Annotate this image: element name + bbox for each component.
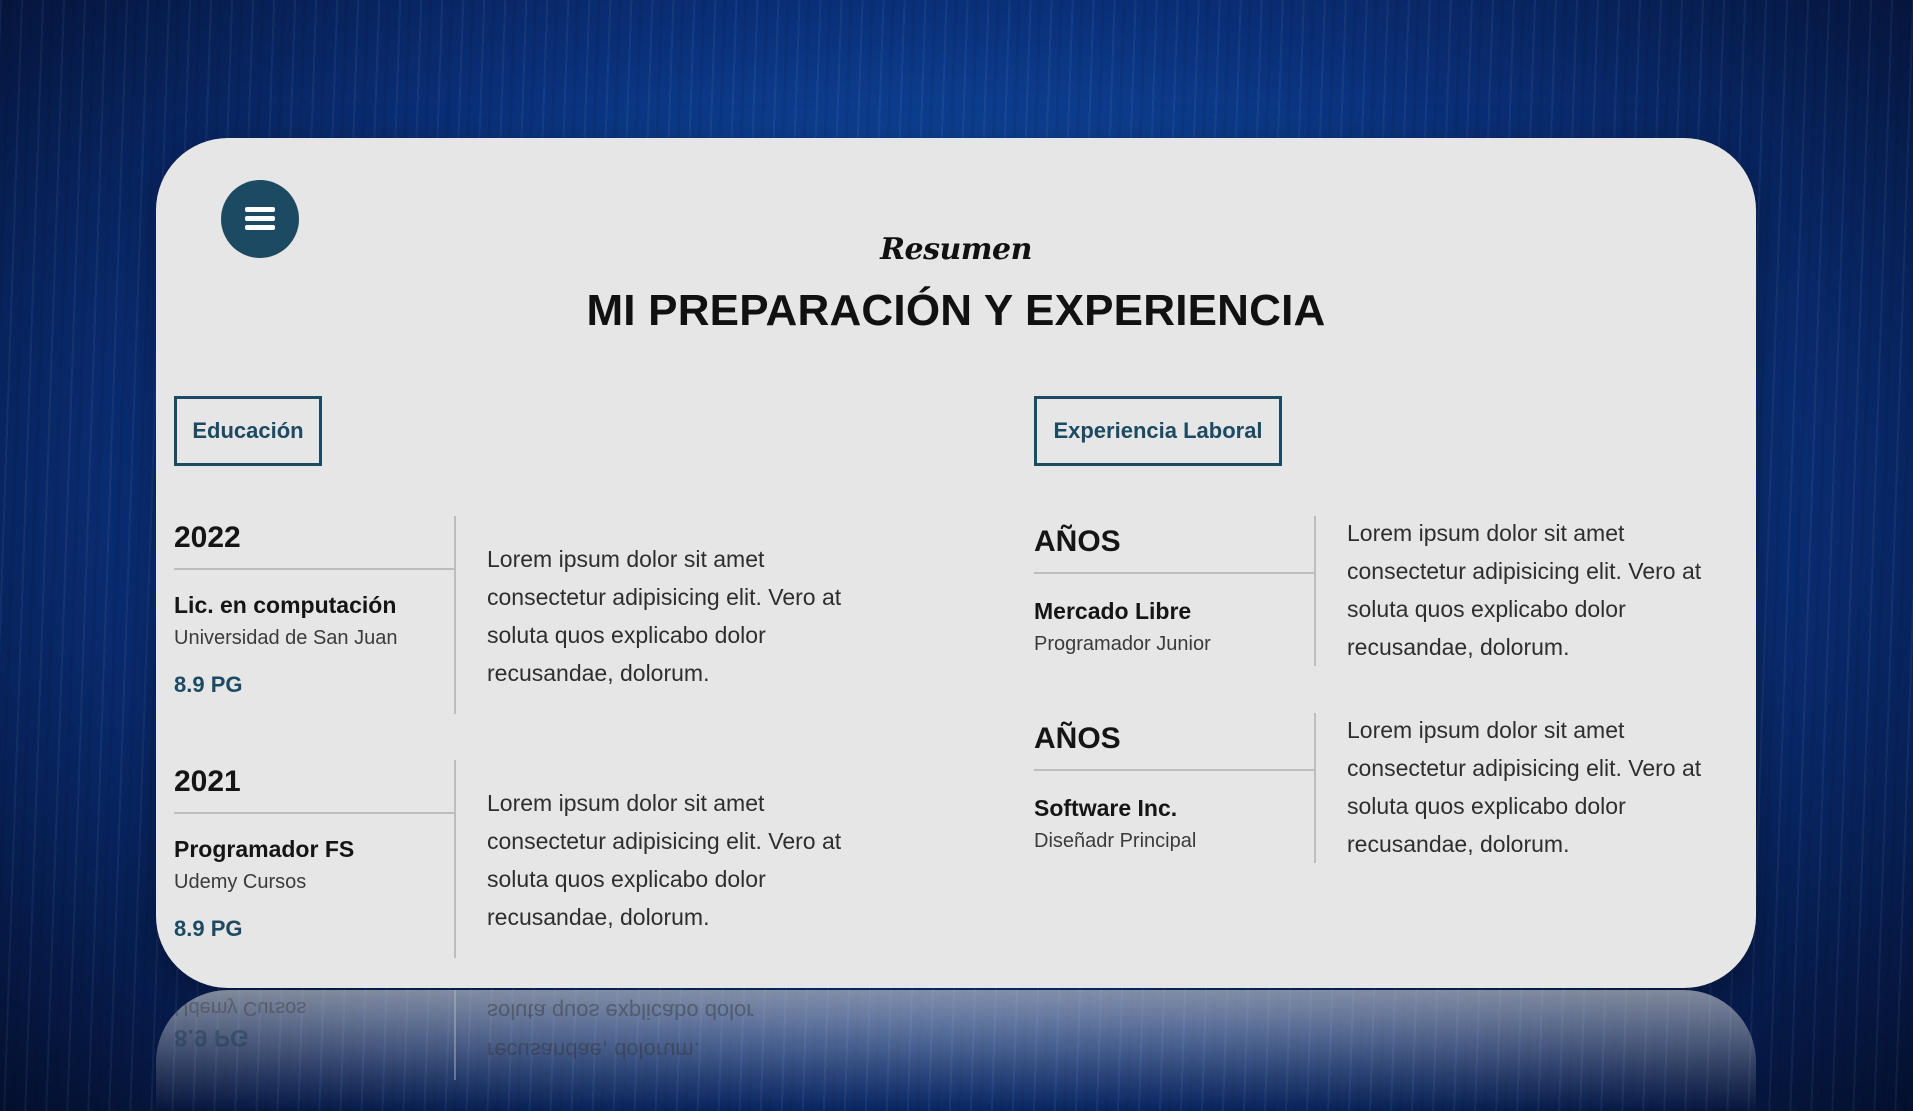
divider bbox=[174, 568, 454, 570]
entry-grade: 8.9 PG bbox=[174, 672, 243, 697]
entry-description: Lorem ipsum dolor sit amet consectetur a… bbox=[487, 546, 842, 686]
vertical-divider bbox=[1314, 516, 1316, 666]
vertical-divider bbox=[454, 516, 456, 714]
entry-years: AÑOS bbox=[1034, 525, 1121, 558]
card-reflection: 8.9 PG Udemy Cursos recusandae, dolorum.… bbox=[156, 990, 1756, 1111]
reflected-text-line: recusandae, dolorum. bbox=[487, 1038, 700, 1063]
reflected-school: Udemy Cursos bbox=[174, 997, 307, 1019]
reflected-text-line: soluta quos explicabo dolor bbox=[487, 999, 754, 1024]
divider bbox=[1034, 769, 1314, 771]
entry-year: 2022 bbox=[174, 521, 241, 554]
education-tab-button[interactable]: Educación bbox=[174, 396, 322, 466]
entry-grade: 8.9 PG bbox=[174, 916, 243, 941]
entry-degree: Programador FS bbox=[174, 836, 355, 862]
entry-degree: Lic. en computación bbox=[174, 592, 397, 618]
entry-year: 2021 bbox=[174, 765, 241, 798]
experience-tab-button[interactable]: Experiencia Laboral bbox=[1034, 396, 1282, 466]
divider bbox=[1034, 572, 1314, 574]
divider bbox=[174, 812, 454, 814]
section-kicker: Resumen bbox=[880, 232, 1032, 267]
entry-description: Lorem ipsum dolor sit amet consectetur a… bbox=[487, 790, 842, 930]
resume-card: Resumen MI PREPARACIÓN Y EXPERIENCIA Edu… bbox=[156, 138, 1756, 988]
reflected-divider bbox=[454, 990, 456, 1080]
entry-company: Mercado Libre bbox=[1034, 598, 1192, 624]
vertical-divider bbox=[1314, 713, 1316, 863]
page-title: MI PREPARACIÓN Y EXPERIENCIA bbox=[586, 286, 1326, 335]
entry-description: Lorem ipsum dolor sit amet consectetur a… bbox=[1347, 520, 1702, 660]
vertical-divider bbox=[454, 760, 456, 958]
entry-description: Lorem ipsum dolor sit amet consectetur a… bbox=[1347, 717, 1702, 857]
entry-company: Software Inc. bbox=[1034, 795, 1178, 821]
entry-years: AÑOS bbox=[1034, 722, 1121, 755]
entry-role: Diseñadr Principal bbox=[1034, 830, 1197, 852]
reflected-grade: 8.9 PG bbox=[174, 1024, 249, 1051]
entry-school: Universidad de San Juan bbox=[174, 627, 398, 649]
entry-role: Programador Junior bbox=[1034, 633, 1211, 655]
entry-school: Udemy Cursos bbox=[174, 871, 307, 893]
hamburger-menu-icon bbox=[245, 207, 275, 231]
